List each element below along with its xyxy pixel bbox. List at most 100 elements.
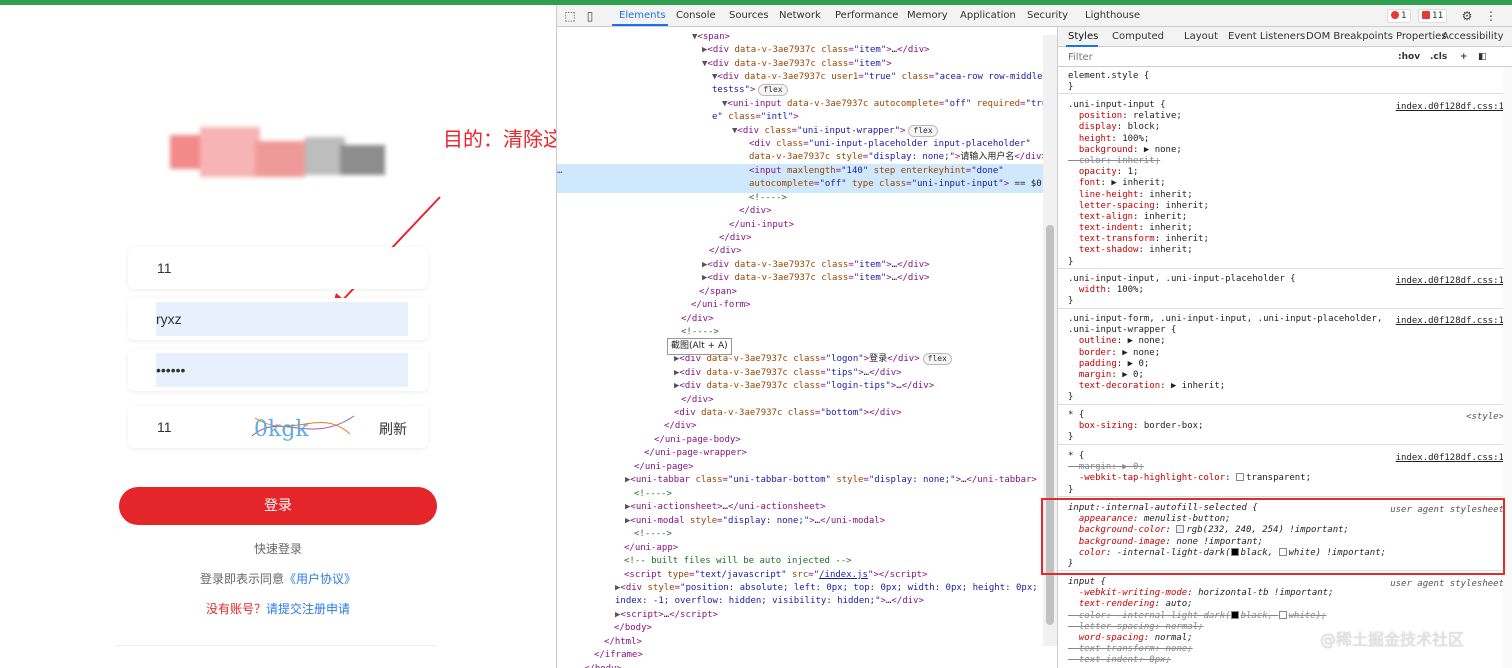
- styles-scrollbar[interactable]: [1503, 67, 1512, 668]
- login-page: 目的：清除这个背景颜色 11 ryxz •••••• 11 0kgk 刷新 登录…: [0, 5, 556, 668]
- warning-count: 11: [1432, 11, 1444, 21]
- tab-security[interactable]: Security: [1027, 10, 1068, 21]
- dom-node[interactable]: ▶<div style="position: absolute; left: 0…: [615, 582, 1045, 595]
- autofill-background: [156, 302, 408, 336]
- filter-input[interactable]: Filter: [1068, 52, 1093, 63]
- tab-dom-breakpoints[interactable]: DOM Breakpoints: [1306, 31, 1393, 42]
- dom-node[interactable]: ▼<div data-v-3ae7937c user1="true" class…: [712, 71, 1043, 84]
- computed-sidebar-icon[interactable]: ◧: [1478, 52, 1487, 63]
- divider: [116, 645, 436, 646]
- dom-node[interactable]: ▶<uni-actionsheet>…</uni-actionsheet>: [625, 501, 826, 514]
- dom-node-selected[interactable]: <input maxlength="140" step enterkeyhint…: [749, 165, 1004, 178]
- account-field[interactable]: 11: [128, 247, 428, 289]
- dom-comment[interactable]: <!---->: [749, 192, 787, 205]
- style-rule-universal[interactable]: <style> * { box-sizing: border-box; }: [1058, 410, 1512, 445]
- username-input[interactable]: ryxz: [128, 298, 428, 340]
- active-tab-indicator: [612, 24, 668, 26]
- register-text: 没有账号？请提交注册申请: [0, 600, 556, 617]
- more-options-icon[interactable]: ⋮: [1484, 9, 1498, 23]
- dom-close: </uni-app>: [624, 543, 679, 553]
- agreement-prefix: 登录即表示同意: [199, 572, 284, 586]
- dom-node[interactable]: <script type="text/javascript" src="/ind…: [624, 569, 928, 582]
- screenshot-tooltip: 截图(Alt + A): [667, 338, 732, 356]
- dom-close: </body>: [584, 663, 622, 668]
- tab-console[interactable]: Console: [676, 10, 716, 21]
- style-rule-input-form[interactable]: index.d0f128df.css:1 .uni-input-form, .u…: [1058, 314, 1512, 405]
- error-count-badge[interactable]: 1: [1387, 9, 1411, 23]
- tab-application[interactable]: Application: [960, 10, 1016, 21]
- dom-node[interactable]: ▶<script>…</script>: [615, 609, 718, 622]
- dom-node[interactable]: ▶<div data-v-3ae7937c class="login-tips"…: [674, 380, 934, 393]
- devtools-panel: ⬚ ▯ Elements Console Sources Network Per…: [556, 5, 1512, 668]
- tab-network[interactable]: Network: [779, 10, 821, 21]
- dom-close: </uni-page-wrapper>: [644, 448, 747, 458]
- dom-node[interactable]: ▶<div data-v-3ae7937c class="tips">…</di…: [674, 367, 902, 380]
- register-link[interactable]: 请提交注册申请: [266, 602, 350, 616]
- tab-sources[interactable]: Sources: [729, 10, 769, 21]
- style-rule-element[interactable]: element.style {}: [1058, 71, 1512, 95]
- tab-lighthouse[interactable]: Lighthouse: [1085, 10, 1140, 21]
- hover-state-toggle[interactable]: :hov: [1398, 52, 1420, 63]
- new-rule-icon[interactable]: +: [1460, 52, 1468, 63]
- password-value: ••••••: [156, 362, 186, 378]
- dom-close: </span>: [699, 287, 737, 297]
- dom-node[interactable]: <div data-v-3ae7937c class="bottom"></di…: [674, 407, 902, 420]
- style-rule-uni-input-input[interactable]: index.d0f128df.css:1 .uni-input-input { …: [1058, 100, 1512, 269]
- dom-close: </body>: [614, 623, 652, 633]
- style-rule-input-placeholder[interactable]: index.d0f128df.css:1 .uni-input-input, .…: [1058, 274, 1512, 309]
- tab-event-listeners[interactable]: Event Listeners: [1228, 31, 1305, 42]
- dom-close: </div>: [681, 314, 714, 324]
- tab-styles[interactable]: Styles: [1068, 31, 1098, 42]
- dom-node-cont: testss"> flex: [712, 84, 788, 97]
- tab-elements[interactable]: Elements: [619, 10, 666, 21]
- styles-filter[interactable]: Filter :hov .cls + ◧: [1058, 47, 1512, 67]
- inspect-element-icon[interactable]: ⬚: [563, 9, 577, 23]
- dom-close: </div>: [709, 246, 742, 256]
- dom-node[interactable]: ▶<uni-modal style="display: none;">…</un…: [625, 515, 885, 528]
- dom-comment[interactable]: <!---->: [634, 528, 672, 541]
- style-rule-universal-2[interactable]: index.d0f128df.css:1 * { margin: ▶ 0; -w…: [1058, 451, 1512, 497]
- dom-close: </uni-form>: [691, 300, 751, 310]
- tab-computed[interactable]: Computed: [1112, 31, 1164, 42]
- refresh-captcha-button[interactable]: 刷新: [379, 419, 407, 439]
- tab-properties[interactable]: Properties: [1396, 31, 1447, 42]
- user-agreement-link[interactable]: 《用户协议》: [284, 572, 356, 586]
- warning-count-badge[interactable]: 11: [1418, 9, 1448, 23]
- dom-comment[interactable]: <!-- built files will be auto injected -…: [624, 555, 852, 568]
- register-question: 没有账号？: [205, 602, 266, 616]
- settings-gear-icon[interactable]: ⚙: [1460, 9, 1474, 23]
- dom-node[interactable]: ▶<uni-tabbar class="uni-tabbar-bottom" s…: [625, 474, 1037, 487]
- dom-close: </uni-page-body>: [654, 435, 741, 445]
- annotation-highlight-box: [1041, 498, 1505, 575]
- dom-node-cont: e" class="intl">: [712, 112, 799, 122]
- dom-close: </div>: [739, 206, 772, 216]
- tab-performance[interactable]: Performance: [835, 10, 898, 21]
- dom-node[interactable]: ▶<div data-v-3ae7937c class="item">…</di…: [702, 259, 930, 272]
- annotation-text: 目的：清除这个背景颜色: [443, 127, 556, 151]
- dom-node[interactable]: ▶<div data-v-3ae7937c class="item">…</di…: [702, 272, 930, 285]
- dom-node[interactable]: ▼<div class="uni-input-wrapper"> flex: [732, 125, 938, 138]
- tab-memory[interactable]: Memory: [907, 10, 948, 21]
- captcha-image[interactable]: 0kgk: [250, 406, 356, 446]
- class-toggle[interactable]: .cls: [1430, 52, 1447, 63]
- dom-node[interactable]: ▼<uni-input data-v-3ae7937c autocomplete…: [722, 98, 1045, 111]
- style-rule-input-ua[interactable]: user agent stylesheet input { -webkit-wr…: [1058, 577, 1512, 667]
- dom-node[interactable]: ▶<div data-v-3ae7937c class="item">…</di…: [702, 44, 930, 57]
- login-button[interactable]: 登录: [119, 487, 437, 525]
- tab-layout[interactable]: Layout: [1184, 31, 1218, 42]
- dom-comment[interactable]: <!---->: [634, 488, 672, 501]
- password-input[interactable]: ••••••: [128, 349, 428, 391]
- captcha-input-value: 11: [157, 419, 172, 435]
- dom-node[interactable]: ▼<span>: [692, 31, 730, 44]
- error-count: 1: [1401, 11, 1407, 21]
- dom-node[interactable]: ▼<div data-v-3ae7937c class="item">: [702, 58, 892, 71]
- device-toolbar-icon[interactable]: ▯: [583, 9, 597, 23]
- dom-close: </uni-page>: [634, 462, 694, 472]
- quick-login-link[interactable]: 快速登录: [0, 540, 556, 557]
- warning-icon: [1422, 11, 1430, 19]
- dom-node[interactable]: <div class="uni-input-placeholder input-…: [749, 138, 1031, 151]
- elements-tree: <div data-v-3ae7937c class="item"> ▼<spa…: [557, 27, 1045, 668]
- dom-node-cont: index: -1; overflow: hidden; visibility:…: [615, 596, 924, 606]
- tab-accessibility[interactable]: Accessibility: [1442, 31, 1504, 42]
- error-icon: [1391, 11, 1399, 19]
